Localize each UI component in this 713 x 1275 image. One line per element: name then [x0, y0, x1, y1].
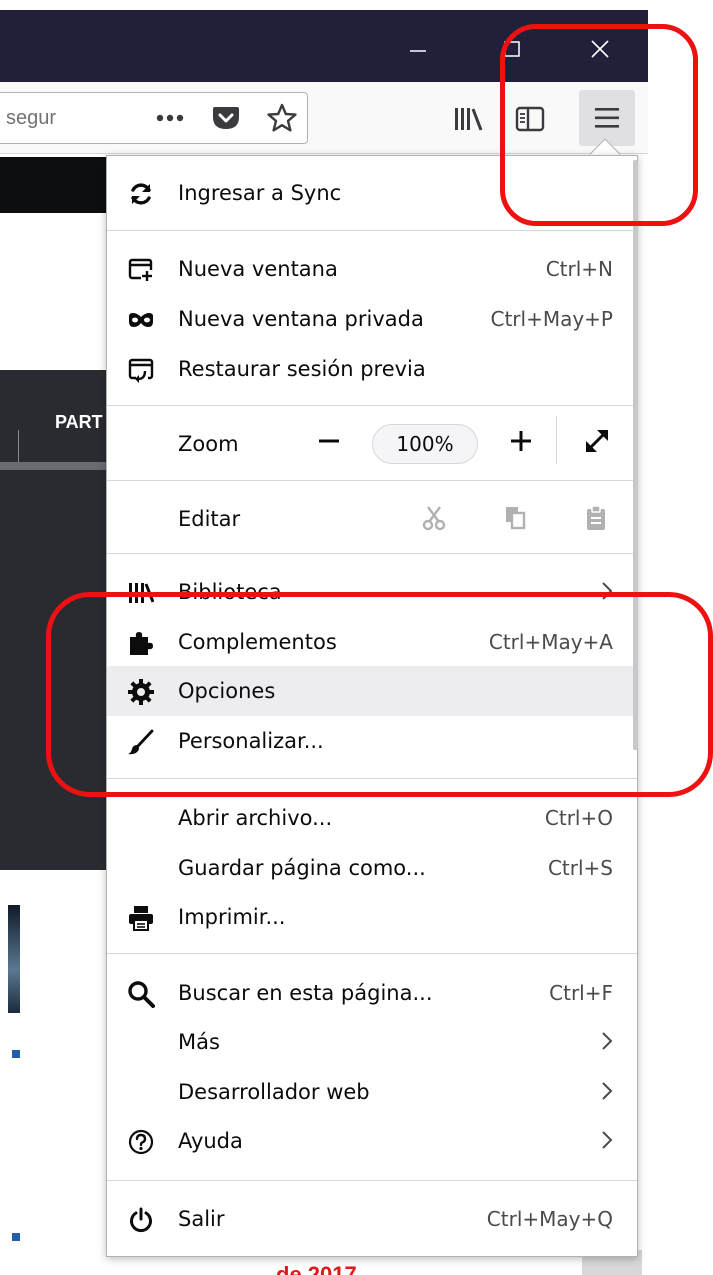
- menu-separator: [107, 405, 637, 406]
- library-button[interactable]: [448, 102, 488, 136]
- power-icon: [127, 1206, 155, 1234]
- menu-shortcut: Ctrl+N: [545, 257, 613, 281]
- sync-icon: [127, 180, 155, 208]
- plus-icon: [511, 431, 531, 451]
- search-icon: [127, 980, 155, 1008]
- menu-label: Abrir archivo...: [178, 806, 333, 830]
- menu-label: Salir: [178, 1207, 225, 1231]
- private-mask-icon: [127, 306, 155, 334]
- page-red-text: de 2017: [276, 1262, 357, 1275]
- menu-label: Desarrollador web: [178, 1080, 370, 1104]
- menu-item-more[interactable]: Más: [107, 1017, 637, 1067]
- page-image: [8, 905, 20, 1013]
- menu-label: Ingresar a Sync: [178, 181, 342, 205]
- url-text[interactable]: segur: [6, 107, 56, 130]
- paste-button[interactable]: [576, 498, 616, 538]
- menu-separator: [107, 480, 637, 481]
- zoom-out-button[interactable]: [309, 421, 349, 461]
- page-nav-separator: [18, 430, 19, 462]
- bookmark-button[interactable]: [262, 99, 302, 137]
- menu-label: Editar: [178, 507, 241, 531]
- restore-session-icon: [127, 356, 155, 384]
- minimize-button[interactable]: [388, 24, 448, 74]
- menu-label: Restaurar sesión previa: [178, 357, 426, 381]
- printer-icon: [127, 904, 155, 932]
- menu-label: Buscar en esta página...: [178, 981, 433, 1005]
- menu-separator: [107, 230, 637, 231]
- menu-item-private-window[interactable]: Nueva ventana privada Ctrl+May+P: [107, 294, 637, 344]
- menu-label: Zoom: [178, 432, 239, 456]
- cut-icon: [422, 506, 446, 531]
- menu-separator: [107, 553, 637, 554]
- menu-shortcut: Ctrl+May+Q: [486, 1207, 613, 1231]
- copy-button[interactable]: [495, 498, 535, 538]
- menu-item-open-file[interactable]: Abrir archivo... Ctrl+O: [107, 793, 637, 843]
- menu-item-new-window[interactable]: Nueva ventana Ctrl+N: [107, 244, 637, 294]
- menu-label: Imprimir...: [178, 905, 286, 929]
- menu-label: Ayuda: [178, 1129, 243, 1153]
- fullscreen-button[interactable]: [577, 421, 617, 461]
- minimize-icon: [410, 50, 426, 52]
- url-fade: [60, 97, 140, 139]
- cut-button[interactable]: [414, 498, 454, 538]
- menu-item-save-page[interactable]: Guardar página como... Ctrl+S: [107, 843, 637, 893]
- menu-label: Nueva ventana privada: [178, 307, 424, 331]
- annotation-highlight-menu-button: [500, 24, 698, 226]
- page-bullet: [12, 1050, 20, 1058]
- page-header-strip: [0, 157, 120, 213]
- annotation-highlight-addons-options: [46, 592, 713, 797]
- menu-label: Nueva ventana: [178, 257, 338, 281]
- menu-label: Guardar página como...: [178, 856, 426, 880]
- chevron-right-icon: [601, 1081, 613, 1105]
- menu-separator: [107, 1180, 637, 1181]
- menu-shortcut: Ctrl+S: [547, 856, 613, 880]
- page-bullet: [12, 1233, 20, 1241]
- help-icon: [127, 1128, 155, 1156]
- page-actions-button[interactable]: [150, 104, 190, 132]
- zoom-divider: [556, 416, 557, 464]
- page-nav-text[interactable]: PART: [55, 412, 103, 433]
- menu-item-web-developer[interactable]: Desarrollador web: [107, 1067, 637, 1117]
- page-actions-icon: [156, 114, 184, 122]
- pocket-icon: [213, 107, 239, 129]
- library-icon: [455, 108, 483, 131]
- menu-separator: [107, 953, 637, 954]
- zoom-reset-button[interactable]: 100%: [372, 424, 478, 464]
- menu-item-print[interactable]: Imprimir...: [107, 892, 637, 942]
- menu-item-restore-session[interactable]: Restaurar sesión previa: [107, 344, 637, 394]
- menu-shortcut: Ctrl+F: [549, 981, 613, 1005]
- copy-icon: [506, 507, 526, 530]
- menu-item-quit[interactable]: Salir Ctrl+May+Q: [107, 1194, 637, 1244]
- menu-item-find-in-page[interactable]: Buscar en esta página... Ctrl+F: [107, 968, 637, 1018]
- page-nav-underline: [0, 462, 120, 470]
- chevron-right-icon: [601, 1031, 613, 1055]
- paste-icon: [587, 505, 605, 530]
- chevron-right-icon: [601, 1130, 613, 1154]
- menu-shortcut: Ctrl+May+P: [490, 307, 613, 331]
- minus-icon: [319, 439, 339, 443]
- pocket-button[interactable]: [206, 100, 246, 136]
- menu-item-edit: Editar: [107, 494, 637, 544]
- star-icon: [267, 103, 297, 132]
- fullscreen-icon: [586, 430, 608, 452]
- titlebar-top-edge: [0, 0, 648, 10]
- zoom-in-button[interactable]: [501, 421, 541, 461]
- new-window-icon: [127, 256, 155, 284]
- menu-item-help[interactable]: Ayuda: [107, 1116, 637, 1166]
- menu-label: Más: [178, 1030, 220, 1054]
- menu-shortcut: Ctrl+O: [544, 806, 613, 830]
